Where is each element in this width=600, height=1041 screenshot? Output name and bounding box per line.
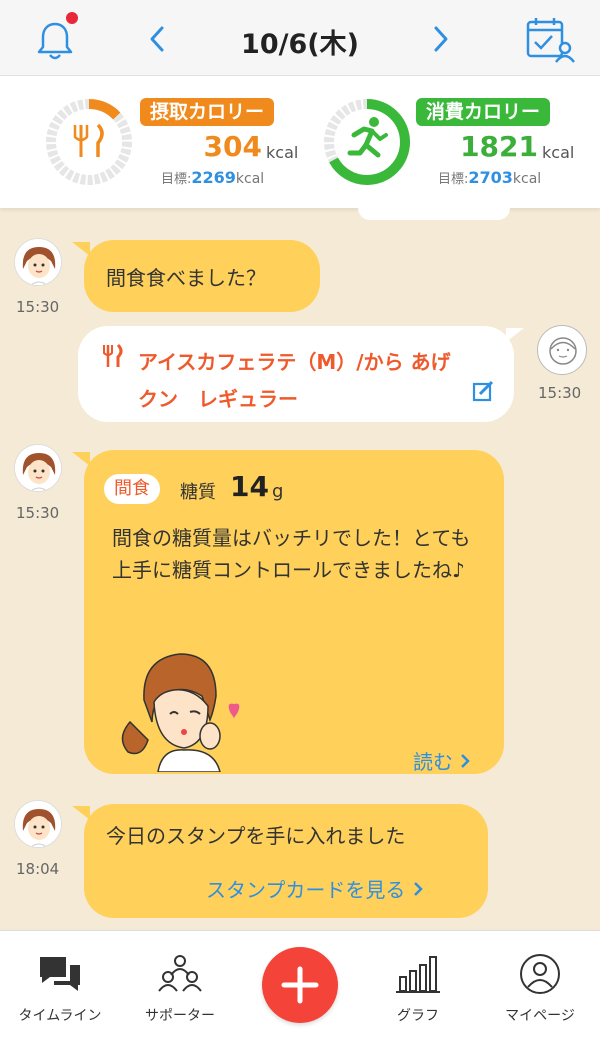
fork-knife-icon — [73, 123, 104, 157]
add-button[interactable] — [262, 947, 338, 1023]
person-circle-icon — [520, 954, 560, 994]
intake-value: 304 — [203, 130, 262, 163]
burn-goal-value: 2703 — [468, 168, 513, 187]
chevron-right-icon[interactable] — [430, 24, 452, 54]
date-title: 10/6(木) — [241, 29, 359, 60]
advisor-avatar — [14, 800, 62, 848]
previous-message-peek — [358, 206, 510, 220]
burn-unit: kcal — [542, 143, 575, 162]
running-icon — [347, 117, 388, 158]
read-more-label: 読む — [413, 750, 453, 774]
burn-label: 消費カロリー — [416, 98, 551, 126]
advisor-face-icon — [15, 239, 61, 285]
stamp-card-link[interactable]: スタンプカードを見る — [206, 874, 424, 903]
intake-progress-ring — [46, 99, 132, 185]
calorie-summary: 摂取カロリー 304 kcal 目標:2269kcal 消費カロリー 1821 … — [0, 76, 600, 208]
notification-badge — [66, 12, 78, 24]
intake-goal-value: 2269 — [191, 168, 236, 187]
advisor-message-text: 間食食べました？ — [106, 266, 266, 290]
advisor-illustration — [121, 653, 240, 772]
bar-chart-icon — [396, 956, 440, 993]
edit-icon[interactable] — [472, 380, 494, 402]
tab-timeline-label: タイムライン — [18, 1008, 102, 1024]
tab-mypage-label: マイページ — [505, 1008, 575, 1024]
intake-goal-label: 目標: — [161, 172, 192, 187]
tab-supporter[interactable]: サポーター — [120, 941, 240, 1025]
tab-graph-label: グラフ — [397, 1008, 439, 1024]
user-avatar — [537, 325, 587, 375]
advisor-avatar — [14, 444, 62, 492]
intake-goal-unit: kcal — [235, 171, 265, 187]
snack-tag: 間食 — [104, 474, 160, 504]
user-face-icon — [549, 337, 577, 365]
chevron-right-icon — [461, 754, 471, 768]
tab-supporter-label: サポーター — [145, 1008, 215, 1024]
bottom-tab-bar: タイムライン サポーター グラフ マイページ — [0, 930, 600, 1041]
read-more-link[interactable]: 読む — [413, 746, 471, 775]
plus-icon — [281, 966, 319, 1004]
chat-bubbles-icon — [40, 957, 80, 991]
sugar-unit: g — [272, 481, 284, 502]
chevron-left-icon[interactable] — [146, 24, 168, 54]
burn-goal-unit: kcal — [512, 171, 542, 187]
bubble-tail — [506, 328, 524, 342]
calendar-user-icon[interactable] — [525, 16, 575, 64]
message-time: 18:04 — [16, 860, 60, 878]
stamp-card-label: スタンプカードを見る — [206, 878, 406, 902]
advisor-face-icon — [15, 445, 61, 491]
intake-label: 摂取カロリー — [140, 98, 275, 126]
intake-goal: 目標:2269kcal — [161, 168, 264, 187]
burn-progress-ring — [324, 99, 410, 185]
message-time: 15:30 — [16, 504, 60, 522]
advisor-face-icon — [15, 801, 61, 847]
advisor-avatar — [14, 238, 62, 286]
tab-timeline[interactable]: タイムライン — [0, 941, 120, 1025]
advice-text: 間食の糖質量はバッチリでした！とても上手に糖質コントロールできましたね♪ — [112, 526, 471, 582]
stamp-message-text: 今日のスタンプを手に入れました — [106, 824, 406, 848]
burn-value: 1821 — [460, 130, 538, 163]
chevron-right-icon — [413, 882, 423, 896]
burn-goal-label: 目標: — [438, 172, 469, 187]
fork-knife-icon — [103, 343, 123, 367]
sugar-value: 14 — [230, 470, 269, 503]
burn-goal: 目標:2703kcal — [438, 168, 541, 187]
food-log-text: アイスカフェラテ（M）/から あげクン レギュラー — [138, 350, 451, 411]
message-time: 15:30 — [16, 298, 60, 316]
tab-graph[interactable]: グラフ — [358, 941, 478, 1025]
message-time: 15:30 — [538, 384, 582, 402]
intake-unit: kcal — [266, 143, 299, 162]
bell-icon[interactable] — [36, 20, 74, 62]
sugar-label: 糖質 — [180, 482, 216, 503]
tab-mypage[interactable]: マイページ — [480, 941, 600, 1025]
header: 10/6(木) — [0, 0, 600, 76]
people-icon — [158, 955, 202, 992]
